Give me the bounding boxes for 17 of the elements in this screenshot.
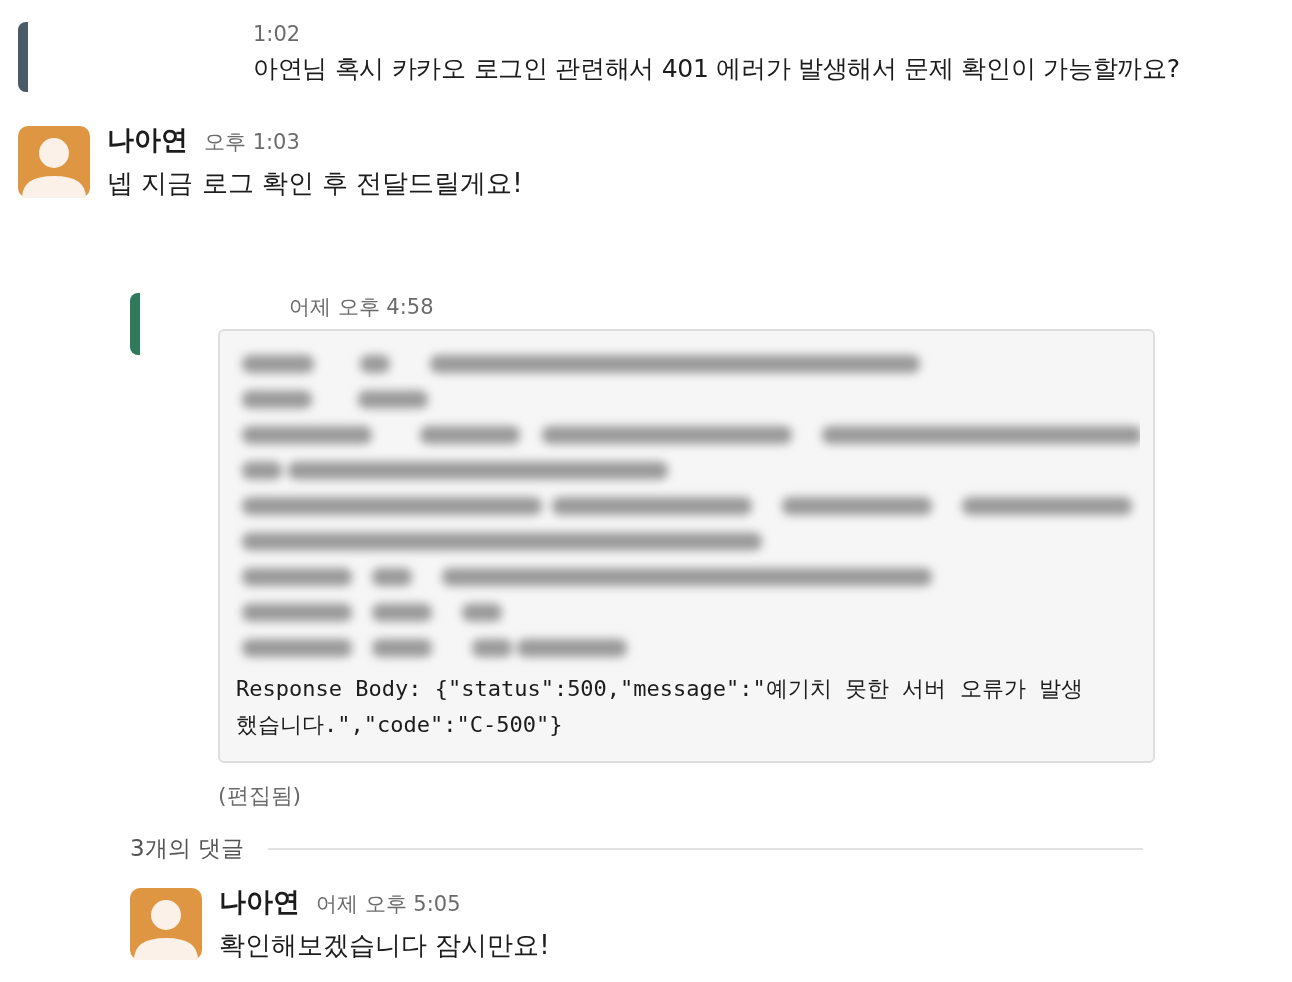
code-line: Response Body: {"status":500,"message":"예기치 못한 서버 오류가 발생 bbox=[236, 675, 1084, 703]
message-time: 어제 오후 5:05 bbox=[316, 891, 461, 918]
message-time: 오후 1:03 bbox=[204, 129, 300, 156]
message-text: 아연님 혹시 카카오 로그인 관련해서 401 에러가 발생해서 문제 확인이 가능할까요? bbox=[253, 53, 1180, 85]
message-text: 넵 지금 로그 확인 후 전달드릴게요! bbox=[107, 167, 523, 200]
code-line: 했습니다.","code":"C-500"} bbox=[236, 711, 564, 739]
author-name[interactable]: 나아연 bbox=[107, 122, 188, 158]
message-text: 확인해보겠습니다 잠시만요! bbox=[219, 929, 550, 962]
message-time: 1:02 bbox=[253, 22, 302, 46]
edited-label: (편집됨) bbox=[218, 782, 302, 810]
avatar-icon bbox=[130, 888, 202, 960]
author-name[interactable]: 나아연 bbox=[219, 884, 300, 920]
reply-count: 3개의 댓글 bbox=[130, 834, 244, 863]
accent-bar bbox=[18, 22, 28, 92]
avatar-icon bbox=[18, 126, 90, 198]
message-time: 어제 오후 4:58 bbox=[289, 294, 434, 321]
accent-bar bbox=[130, 293, 140, 355]
